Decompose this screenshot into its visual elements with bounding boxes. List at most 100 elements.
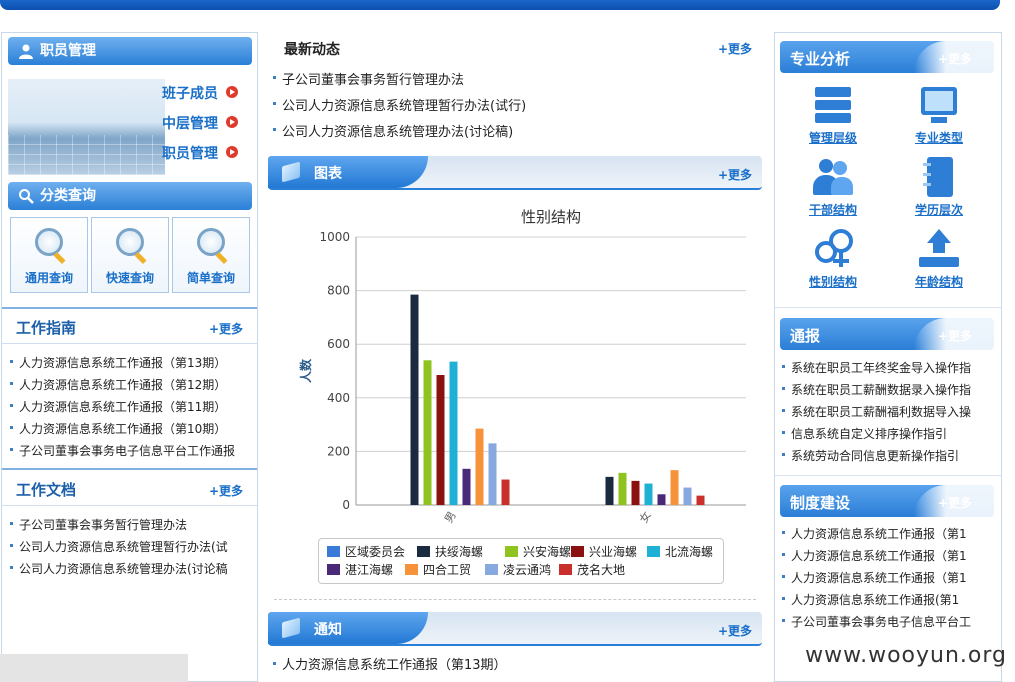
news-title: 最新动态 (284, 42, 340, 58)
legend-item[interactable]: 北流海螺 (647, 543, 713, 560)
list-item[interactable]: 公司人力资源信息系统管理暂行办法(试行) (270, 94, 750, 120)
chart-more-link[interactable]: +更多 (718, 166, 752, 183)
list-item[interactable]: 子公司董事会事务暂行管理办法 (270, 68, 750, 94)
bulletin-title: 通报 (790, 327, 821, 345)
list-item[interactable]: 系统在职员工薪酬数据录入操作指 (779, 379, 995, 401)
magnifier-icon (197, 228, 225, 256)
arrow-right-icon[interactable] (226, 146, 238, 158)
list-item[interactable]: 人力资源信息系统工作通报（第10期） (7, 418, 257, 440)
quick-query-button[interactable]: 快速查询 (91, 217, 169, 293)
y-tick-label: 200 (327, 444, 350, 458)
list-item[interactable]: 子公司董事会事务暂行管理办法 (7, 514, 257, 536)
list-item[interactable]: 系统在职员工薪酬福利数据导入操 (779, 401, 995, 423)
guide-more-link[interactable]: +更多 (209, 320, 243, 337)
bar (618, 472, 627, 505)
list-item[interactable]: 人力资源信息系统工作通报（第11期） (7, 396, 257, 418)
list-item[interactable]: 人力资源信息系统工作通报（第13期） (270, 654, 750, 678)
gender-structure-chart: 性别结构 0 200 400 600 800 1000 人数男 女 (298, 208, 746, 526)
legend-item[interactable]: 兴安海螺 (505, 543, 571, 560)
legend-label: 凌云通鸿 (503, 563, 552, 577)
legend-item[interactable]: 凌云通鸿 (485, 561, 551, 578)
bar (423, 360, 432, 505)
list-item[interactable]: 人力资源信息系统工作通报(第1 (779, 589, 995, 611)
analysis-more-link[interactable]: +更多 (938, 50, 972, 67)
list-item[interactable]: 子公司董事会事务电子信息平台工 (779, 611, 995, 633)
guide-section: 工作指南 +更多 人力资源信息系统工作通报（第13期） 人力资源信息系统工作通报… (2, 309, 257, 462)
analysis-management-level[interactable]: 管理层级 (793, 83, 873, 146)
link-staff-management[interactable]: 职员管理 (162, 143, 218, 163)
simple-query-button[interactable]: 简单查询 (172, 217, 250, 293)
legend-swatch (505, 546, 518, 557)
docs-title: 工作文档 (16, 481, 77, 499)
analysis-age-structure[interactable]: 年龄结构 (899, 227, 979, 290)
legend-swatch (647, 546, 660, 557)
list-item[interactable]: 人力资源信息系统工作通报（第1 (779, 545, 995, 567)
list-item[interactable]: 公司人力资源信息系统管理办法(讨论稿) (270, 120, 750, 146)
analysis-education-level[interactable]: 学历层次 (899, 155, 979, 218)
y-axis-label: 人数 (298, 358, 313, 383)
left-column: 职员管理 班子成员 中层管理 职员管理 分类查询 通用查询 快速查询 简单查询 … (1, 32, 258, 682)
analysis-header: 专业分析 +更多 (780, 41, 994, 73)
notice-more-link[interactable]: +更多 (718, 622, 752, 639)
legend-label: 兴业海螺 (589, 545, 638, 559)
list-item[interactable]: 公司人力资源信息系统管理办法(讨论稿 (7, 558, 257, 580)
magnifier-icon (116, 228, 144, 256)
x-tick-label: 女 (636, 509, 654, 526)
analysis-gender-structure[interactable]: 性别结构 (793, 227, 873, 290)
analysis-cadre-structure[interactable]: 干部结构 (793, 155, 873, 218)
search-icon (19, 189, 34, 204)
bar (410, 294, 419, 505)
user-icon (19, 44, 33, 59)
list-item[interactable]: 人力资源信息系统工作通报（第1 (779, 523, 995, 545)
list-item[interactable]: 人力资源信息系统工作通报（第1 (779, 567, 995, 589)
link-middle-management[interactable]: 中层管理 (162, 113, 218, 133)
docs-more-link[interactable]: +更多 (209, 482, 243, 499)
legend-label: 茂名大地 (577, 563, 626, 577)
legend-swatch (559, 564, 572, 575)
arrow-right-icon[interactable] (226, 116, 238, 128)
list-item[interactable]: 公司人力资源信息系统管理暂行办法(试 (7, 536, 257, 558)
list-item[interactable]: 人力资源信息系统工作通报（第12期） (7, 374, 257, 396)
legend-swatch (327, 564, 340, 575)
y-tick-label: 800 (327, 284, 350, 298)
status-strip (0, 654, 188, 682)
legend-label: 兴安海螺 (523, 545, 572, 559)
general-query-button[interactable]: 通用查询 (10, 217, 88, 293)
chart-section-header: 图表 +更多 (268, 156, 762, 190)
chart-section-title: 图表 (314, 166, 342, 182)
legend-item[interactable]: 区域委员会 (327, 543, 405, 560)
y-tick-label: 400 (327, 391, 350, 405)
legend-item[interactable]: 湛江海螺 (327, 561, 393, 578)
staff-title: 职员管理 (40, 43, 96, 59)
bar (605, 476, 614, 505)
bulletin-more-link[interactable]: +更多 (938, 327, 972, 344)
monitor-icon (917, 83, 961, 127)
legend-item[interactable]: 扶绥海螺 (417, 543, 483, 560)
legend-item[interactable]: 茂名大地 (559, 561, 625, 578)
list-item[interactable]: 系统劳动合同信息更新操作指引 (779, 445, 995, 467)
bar (657, 494, 666, 505)
system-more-link[interactable]: +更多 (938, 494, 972, 511)
list-item[interactable]: 子公司董事会事务电子信息平台工作通报 (7, 440, 257, 462)
analysis-major-type[interactable]: 专业类型 (899, 83, 979, 146)
bar (436, 375, 445, 505)
list-item[interactable]: 人力资源信息系统工作通报（第13期） (7, 352, 257, 374)
link-team-members[interactable]: 班子成员 (162, 83, 218, 103)
bar (475, 428, 484, 505)
staff-header: 职员管理 (8, 37, 252, 65)
system-header: 制度建设 +更多 (780, 485, 994, 517)
analysis-title: 专业分析 (790, 50, 851, 68)
list-item[interactable]: 系统在职员工年终奖金导入操作指 (779, 357, 995, 379)
bar (449, 361, 458, 505)
news-more-link[interactable]: +更多 (718, 40, 752, 57)
legend-item[interactable]: 兴业海螺 (571, 543, 637, 560)
legend-item[interactable]: 四合工贸 (405, 561, 471, 578)
right-column: 专业分析 +更多 管理层级 专业类型 干部结构 学历层次 性别结构 年龄结构 通… (774, 32, 1002, 682)
legend-label: 湛江海螺 (345, 563, 394, 577)
list-item[interactable]: 信息系统自定义排序操作指引 (779, 423, 995, 445)
staff-banner-image (8, 79, 165, 175)
bar (501, 479, 510, 505)
arrow-right-icon[interactable] (226, 86, 238, 98)
legend-swatch (571, 546, 584, 557)
legend-label: 北流海螺 (665, 545, 714, 559)
